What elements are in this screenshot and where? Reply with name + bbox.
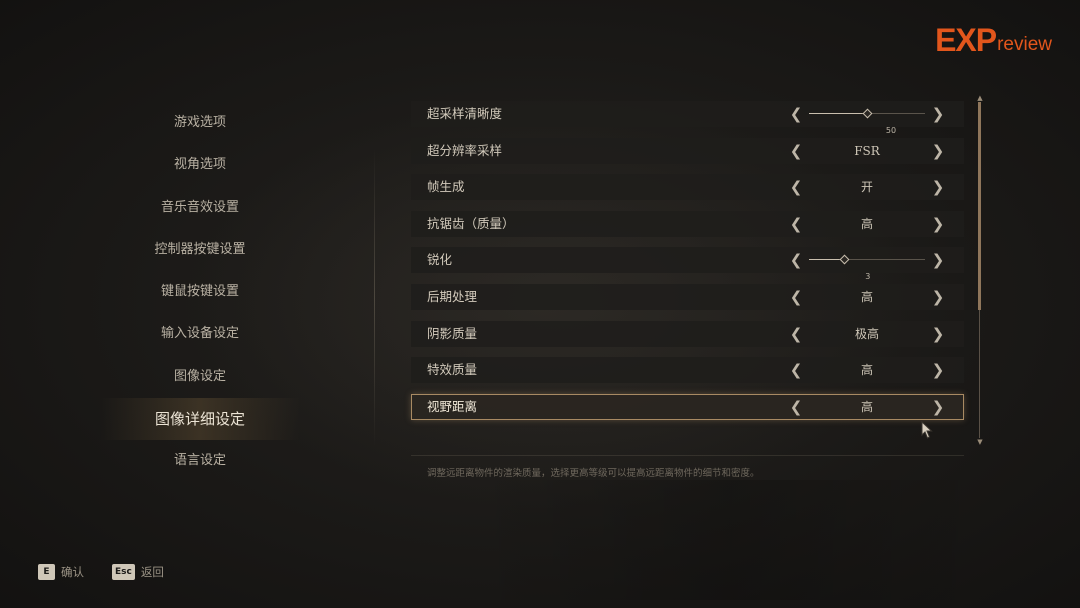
chevron-right-icon[interactable]: ❯ <box>931 394 945 420</box>
slider-track[interactable]: 3 <box>809 254 925 281</box>
setting-value: 开 <box>860 180 873 195</box>
scroll-thumb[interactable] <box>978 102 981 311</box>
chevron-right-icon[interactable]: ❯ <box>931 357 945 383</box>
setting-row[interactable]: 超分辨率采样 ❮ FSR ❯ <box>411 137 964 164</box>
setting-row[interactable]: 帧生成 ❮ 开 ❯ <box>411 174 964 201</box>
setting-label: 阴影质量 <box>427 325 478 341</box>
nav-item-4[interactable]: 键鼠按键设置 <box>100 271 300 313</box>
setting-value: 极高 <box>854 326 879 341</box>
slider-value: 50 <box>885 126 897 135</box>
nav-item-2[interactable]: 音乐音效设置 <box>100 187 300 229</box>
chevron-right-icon[interactable]: ❯ <box>931 101 945 127</box>
chevron-left-icon[interactable]: ❮ <box>789 247 803 273</box>
nav-item-0[interactable]: 游戏选项 <box>100 102 300 144</box>
setting-selector[interactable]: ❮ FSR ❯ <box>789 138 945 164</box>
setting-row[interactable]: 超采样清晰度 ❮ 50 ❯ <box>411 101 964 135</box>
settings-list: 超采样清晰度 ❮ 50 ❯ 超分辨率采样 ❮ FSR ❯ 帧生成 ❮ 开 ❯ 抗锯齿（质量） ❮ 高 ❯ 锐化 ❮… <box>411 101 964 430</box>
chevron-right-icon[interactable]: ❯ <box>931 284 945 310</box>
chevron-right-icon[interactable]: ❯ <box>931 174 945 200</box>
setting-row[interactable]: 特效质量 ❮ 高 ❯ <box>411 357 964 384</box>
nav-item-8[interactable]: 语言设定 <box>100 440 300 482</box>
chevron-left-icon[interactable]: ❮ <box>789 138 803 164</box>
setting-value: FSR <box>854 143 880 158</box>
nav-item-5[interactable]: 输入设备设定 <box>100 313 300 355</box>
setting-selector[interactable]: ❮ 高 ❯ <box>789 211 945 237</box>
hint-label: 返回 <box>140 565 164 579</box>
chevron-left-icon[interactable]: ❮ <box>789 284 803 310</box>
hint-label: 确认 <box>61 565 84 579</box>
setting-selector[interactable]: ❮ 开 ❯ <box>789 174 945 200</box>
setting-label: 锐化 <box>427 252 453 268</box>
nav-divider <box>374 148 375 448</box>
logo-review-text: review <box>997 34 1052 55</box>
hint-0[interactable]: E 确认 <box>38 564 84 580</box>
setting-slider[interactable]: ❮ 3 ❯ <box>789 247 945 281</box>
setting-label: 视野距离 <box>427 398 478 414</box>
description-separator <box>411 455 964 456</box>
setting-slider[interactable]: ❮ 50 ❯ <box>789 101 945 135</box>
exp-review-logo: EXP review <box>935 24 1052 56</box>
chevron-left-icon[interactable]: ❮ <box>789 394 803 420</box>
setting-label: 超采样清晰度 <box>427 106 503 121</box>
slider-value: 3 <box>865 272 871 282</box>
slider-knob[interactable] <box>862 108 873 119</box>
setting-label: 超分辨率采样 <box>427 142 503 158</box>
setting-label: 特效质量 <box>427 362 478 378</box>
setting-selector[interactable]: ❮ 高 ❯ <box>789 357 945 383</box>
chevron-left-icon[interactable]: ❮ <box>789 357 803 383</box>
slider-fill <box>809 259 844 261</box>
setting-label: 帧生成 <box>427 179 465 195</box>
scroll-up-arrow-icon[interactable]: ▲ <box>975 94 985 102</box>
setting-row[interactable]: 视野距离 ❮ 高 ❯ <box>411 393 964 420</box>
chevron-left-icon[interactable]: ❮ <box>789 174 803 200</box>
chevron-right-icon[interactable]: ❯ <box>931 321 945 347</box>
chevron-left-icon[interactable]: ❮ <box>789 101 803 127</box>
settings-category-nav: 游戏选项 视角选项 音乐音效设置 控制器按键设置 键鼠按键设置 输入设备设定 图像设定 图像详… <box>100 102 300 483</box>
nav-item-1[interactable]: 视角选项 <box>100 144 300 186</box>
setting-row[interactable]: 锐化 ❮ 3 ❯ <box>411 247 964 281</box>
key-cap-icon: E <box>38 564 55 580</box>
slider-knob[interactable] <box>839 254 850 265</box>
nav-item-7[interactable]: 图像详细设定 <box>100 398 300 441</box>
scroll-down-arrow-icon[interactable]: ▼ <box>975 438 985 446</box>
setting-selector[interactable]: ❮ 高 ❯ <box>789 394 945 420</box>
nav-item-3[interactable]: 控制器按键设置 <box>100 229 300 271</box>
setting-value: 高 <box>860 289 873 304</box>
chevron-right-icon[interactable]: ❯ <box>931 138 945 164</box>
setting-value: 高 <box>860 363 873 378</box>
hint-1[interactable]: Esc 返回 <box>112 564 164 580</box>
setting-label: 后期处理 <box>427 288 478 304</box>
setting-value: 高 <box>860 216 873 231</box>
nav-item-6[interactable]: 图像设定 <box>100 356 300 398</box>
chevron-right-icon[interactable]: ❯ <box>931 211 945 237</box>
chevron-right-icon[interactable]: ❯ <box>931 247 945 273</box>
chevron-left-icon[interactable]: ❮ <box>789 211 803 237</box>
logo-exp-text: EXP <box>935 22 997 58</box>
settings-scrollbar[interactable]: ▲ ▼ <box>975 94 985 446</box>
setting-label: 抗锯齿（质量） <box>427 215 515 231</box>
setting-row[interactable]: 后期处理 ❮ 高 ❯ <box>411 283 964 310</box>
slider-track[interactable]: 50 <box>809 108 925 135</box>
setting-row[interactable]: 抗锯齿（质量） ❮ 高 ❯ <box>411 210 964 237</box>
setting-row[interactable]: 阴影质量 ❮ 极高 ❯ <box>411 320 964 347</box>
button-hints-bar: E 确认 Esc 返回 <box>38 564 192 580</box>
setting-selector[interactable]: ❮ 高 ❯ <box>789 284 945 310</box>
mouse-cursor-icon <box>921 421 933 439</box>
setting-selector[interactable]: ❮ 极高 ❯ <box>789 321 945 347</box>
setting-description: 调整远距离物件的渲染质量，选择更高等级可以提高远距离物件的细节和密度。 <box>427 468 760 479</box>
background-texture <box>470 480 990 600</box>
chevron-left-icon[interactable]: ❮ <box>789 321 803 347</box>
slider-fill <box>809 113 867 114</box>
key-cap-icon: Esc <box>112 564 135 580</box>
setting-value: 高 <box>860 399 873 414</box>
